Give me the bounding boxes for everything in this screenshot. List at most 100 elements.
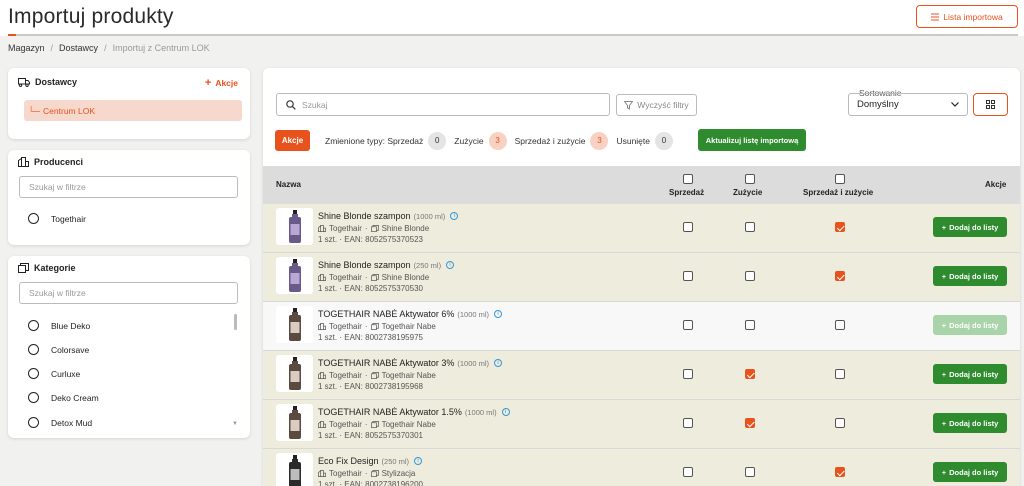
zuzycie-checkbox[interactable] [745,467,755,477]
column-sprzedaz: Sprzedaż [669,188,705,197]
sprzedaz-checkbox[interactable] [683,222,693,232]
product-producer: Togethair [329,322,362,331]
search-input[interactable]: Szukaj [276,93,610,116]
product-unit-ean: 1 szt. · EAN: 8002738195968 [318,382,423,391]
bulk-akcje-button[interactable]: Akcje [275,130,310,151]
product-thumbnail [276,404,313,441]
category-item-curluxe[interactable]: Curluxe [28,368,80,379]
product-line: Stylizacja [381,469,416,478]
sprz-zuz-checkbox[interactable] [835,418,845,428]
top-bar: Importuj produkty Lista importowa [0,0,1024,36]
info-icon[interactable]: i [450,212,459,220]
zuzycie-checkbox[interactable] [745,222,755,232]
sprzedaz-checkbox[interactable] [683,320,693,330]
sort-select[interactable]: Domyślny [848,93,968,116]
zuzycie-checkbox[interactable] [745,418,755,428]
select-all-sprzedaz-checkbox[interactable] [683,174,693,184]
info-icon[interactable]: i [446,261,455,269]
building-icon [18,157,29,167]
building-icon [318,372,326,379]
category-label: Deko Cream [51,392,99,403]
sprzedaz-checkbox[interactable] [683,418,693,428]
product-meta: Togethair · Togethair Nabe [318,322,436,331]
add-to-list-button[interactable]: + Dodaj do listy [933,217,1007,237]
scroll-down-arrow-icon[interactable]: ▼ [232,421,238,427]
product-ean: EAN: 8002738195975 [344,333,423,342]
grid-icon [986,100,995,109]
product-name: Eco Fix Design [318,456,379,466]
supplier-item-centrum-lok[interactable]: └─ Centrum LOK [24,100,242,121]
column-zuzycie: Zużycie [733,188,763,197]
building-icon [318,470,326,477]
layers-icon [370,323,379,330]
bottle-image [288,307,301,341]
sprz-zuz-checkbox[interactable] [835,222,845,232]
sprz-zuz-checkbox[interactable] [835,369,845,379]
product-unit-ean: 1 szt. · EAN: 8052575370301 [318,431,423,440]
info-icon[interactable]: i [501,408,510,416]
sprzedaz-checkbox[interactable] [683,467,693,477]
sprzedaz-checkbox[interactable] [683,271,693,281]
add-to-list-button[interactable]: + Dodaj do listy [933,364,1007,384]
layers-icon [370,372,379,379]
add-to-list-button[interactable]: + Dodaj do listy [933,462,1007,482]
breadcrumb-dostawcy[interactable]: Dostawcy [59,43,98,53]
add-to-list-button[interactable]: + Dodaj do listy [933,315,1007,335]
info-icon[interactable]: i [494,310,503,318]
product-volume: (1000 ml) [413,211,446,221]
info-icon[interactable]: i [494,359,503,367]
plus-icon: + [204,77,212,89]
layers-icon [370,470,379,477]
product-unit-ean: 1 szt. · EAN: 8002738195975 [318,333,423,342]
breadcrumb: Magazyn / Dostawcy / Importuj z Centrum … [8,43,210,53]
producer-item-togethair[interactable]: Togethair [28,213,86,224]
plus-icon: + [941,467,947,477]
sprzedaz-checkbox[interactable] [683,369,693,379]
breadcrumb-magazyn[interactable]: Magazyn [8,43,45,53]
categories-filter-input[interactable]: Szukaj w filtrze [19,282,238,304]
product-producer: Togethair [329,469,362,478]
product-line: Togethair Nabe [381,322,436,331]
producers-filter-input[interactable]: Szukaj w filtrze [19,176,238,198]
zuzycie-checkbox[interactable] [745,320,755,330]
category-item-detox-mud[interactable]: Detox Mud [28,417,92,428]
layers-icon [370,421,379,428]
update-import-list-button[interactable]: Aktualizuj listę importową [698,129,806,151]
producers-title: Producenci [34,157,84,167]
zuzycie-checkbox[interactable] [745,369,755,379]
product-meta: Togethair · Togethair Nabe [318,420,436,429]
sprz-zuz-checkbox[interactable] [835,320,845,330]
plus-icon: + [941,271,947,281]
info-icon[interactable]: i [414,457,423,465]
add-to-list-button[interactable]: + Dodaj do listy [933,413,1007,433]
producers-card: Producenci Szukaj w filtrze Togethair [8,150,250,245]
building-icon [318,225,326,232]
sprz-zuz-checkbox[interactable] [835,271,845,281]
product-unit-ean: 1 szt. · EAN: 8052575370523 [318,235,423,244]
sprzedaz-count-badge: 0 [428,131,447,150]
category-item-blue-deko[interactable]: Blue Deko [28,320,90,331]
add-to-list-label: Dodaj do listy [949,369,999,379]
product-producer: Togethair [329,224,362,233]
category-item-deko-cream[interactable]: Deko Cream [28,392,99,403]
sprz-zuz-checkbox[interactable] [835,467,845,477]
column-sprz-zuz: Sprzedaż i zużycie [803,188,874,197]
zuzycie-checkbox[interactable] [745,271,755,281]
product-ean: EAN: 8002738195968 [344,382,423,391]
product-thumbnail [276,208,313,245]
product-line: Togethair Nabe [381,420,436,429]
add-to-list-button[interactable]: + Dodaj do listy [933,266,1007,286]
clear-filters-button[interactable]: Wyczyść filtry [616,94,697,116]
category-item-colorsave[interactable]: Colorsave [28,344,89,355]
suppliers-akcje-button[interactable]: + Akcje [205,77,238,89]
categories-scrollbar[interactable] [234,314,237,330]
select-all-zuzycie-checkbox[interactable] [745,174,755,184]
import-list-label: Lista importowa [943,11,1003,22]
grid-view-button[interactable] [973,93,1008,116]
select-all-sprz-zuz-checkbox[interactable] [835,174,845,184]
product-ean: EAN: 8052575370530 [344,284,423,293]
producers-header: Producenci [18,157,83,167]
import-list-button[interactable]: Lista importowa [916,5,1018,28]
radio-icon [28,344,39,355]
product-name-line: Shine Blonde szampon (1000 ml) i [318,211,459,221]
